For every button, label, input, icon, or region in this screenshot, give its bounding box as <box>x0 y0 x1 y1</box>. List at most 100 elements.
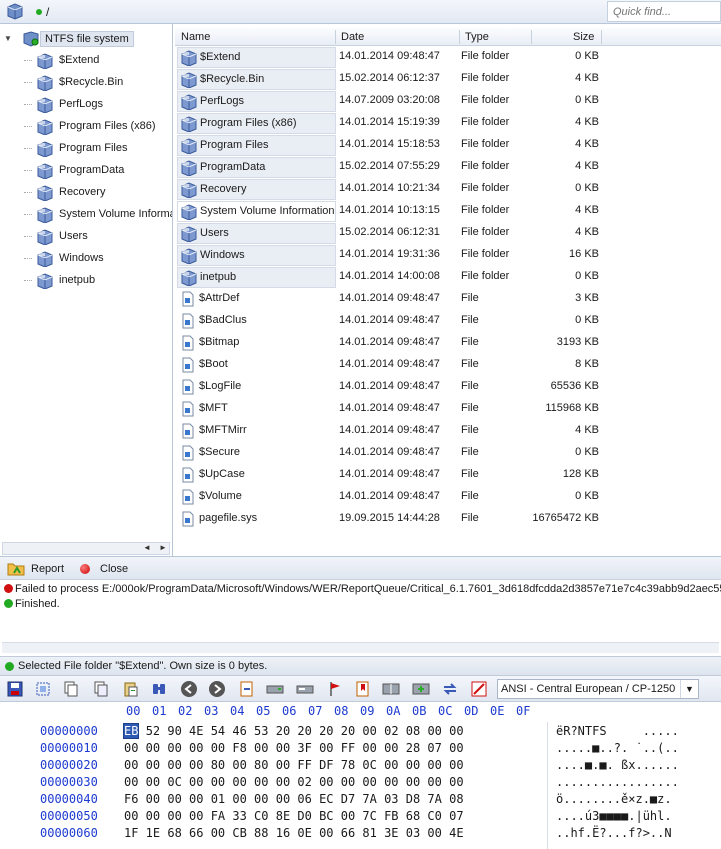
name-cell[interactable]: $Boot <box>177 355 336 376</box>
tree-item[interactable]: Program Files (x86) <box>0 116 172 138</box>
disk-sector-icon[interactable] <box>296 680 314 698</box>
hex-ascii-row[interactable]: ................. <box>556 775 679 789</box>
table-row[interactable]: pagefile.sys 19.09.2015 14:44:28 File 16765… <box>175 508 721 530</box>
hex-bytes-row[interactable]: 00 00 00 00 FA 33 C0 8E D0 BC 00 7C FB 6… <box>124 809 464 823</box>
table-row[interactable]: System Volume Information 14.01.2014 10:1… <box>175 200 721 222</box>
hex-ascii-row[interactable]: ..hf.Ë?...f?>..N <box>556 826 672 840</box>
name-cell[interactable]: Program Files (x86) <box>177 113 336 134</box>
tree-item[interactable]: Windows <box>0 248 172 270</box>
bookmark-page-icon[interactable] <box>354 680 372 698</box>
select-block-icon[interactable] <box>34 680 52 698</box>
hex-bytes-row[interactable]: 00 00 00 00 80 00 80 00 FF DF 78 0C 00 0… <box>124 758 464 772</box>
report-button[interactable]: Report <box>31 563 64 575</box>
copy-hex-icon[interactable] <box>92 680 110 698</box>
tree-item[interactable]: System Volume Informa <box>0 204 172 226</box>
goto-offset-icon[interactable] <box>238 680 256 698</box>
table-row[interactable]: $MFT 14.01.2014 09:48:47 File 115968 KB <box>175 398 721 420</box>
name-cell[interactable]: pagefile.sys <box>177 509 336 530</box>
name-cell[interactable]: Program Files <box>177 135 336 156</box>
save-icon[interactable] <box>6 680 24 698</box>
name-cell[interactable]: Windows <box>177 245 336 266</box>
hex-bytes-row[interactable]: EB 52 90 4E 54 46 53 20 20 20 20 00 02 0… <box>122 723 464 739</box>
hex-bytes-row[interactable]: F6 00 00 00 01 00 00 00 06 EC D7 7A 03 D… <box>124 792 464 806</box>
table-row[interactable]: $Secure 14.01.2014 09:48:47 File 0 KB <box>175 442 721 464</box>
hex-bytes-row[interactable]: 00 00 0C 00 00 00 00 00 02 00 00 00 00 0… <box>124 775 464 789</box>
table-row[interactable]: $MFTMirr 14.01.2014 09:48:47 File 4 KB <box>175 420 721 442</box>
name-cell[interactable]: $MFTMirr <box>177 421 336 442</box>
name-cell[interactable]: $BadClus <box>177 311 336 332</box>
encoding-select[interactable]: ANSI - Central European / CP-1250 ▼ <box>497 679 699 699</box>
table-row[interactable]: PerfLogs 14.07.2009 03:20:08 File folder 0 … <box>175 90 721 112</box>
name-cell[interactable]: $MFT <box>177 399 336 420</box>
table-row[interactable]: Program Files 14.01.2014 15:18:53 File fol… <box>175 134 721 156</box>
table-row[interactable]: $Extend 14.01.2014 09:48:47 File folder 0 K… <box>175 46 721 68</box>
split-view-icon[interactable] <box>382 680 400 698</box>
name-cell[interactable]: $Recycle.Bin <box>177 69 336 90</box>
tree-item[interactable]: Program Files <box>0 138 172 160</box>
log-horizontal-scrollbar[interactable] <box>2 642 719 653</box>
table-row[interactable]: $AttrDef 14.01.2014 09:48:47 File 3 KB <box>175 288 721 310</box>
name-cell[interactable]: $UpCase <box>177 465 336 486</box>
scroll-right-icon[interactable]: ► <box>159 543 167 552</box>
tree-item[interactable]: $Extend <box>0 50 172 72</box>
table-row[interactable]: $UpCase 14.01.2014 09:48:47 File 128 KB <box>175 464 721 486</box>
table-row[interactable]: $LogFile 14.01.2014 09:48:47 File 65536 KB <box>175 376 721 398</box>
name-cell[interactable]: $AttrDef <box>177 289 336 310</box>
report-icon[interactable] <box>7 561 25 576</box>
quick-find-input[interactable] <box>607 1 721 22</box>
back-icon[interactable] <box>180 680 198 698</box>
table-row[interactable]: Windows 14.01.2014 19:31:36 File folder 16 … <box>175 244 721 266</box>
name-cell[interactable]: Recovery <box>177 179 336 200</box>
table-row[interactable]: Program Files (x86) 14.01.2014 15:19:39 Fi… <box>175 112 721 134</box>
tree-item[interactable]: $Recycle.Bin <box>0 72 172 94</box>
tree-item[interactable]: Users <box>0 226 172 248</box>
hex-ascii-row[interactable]: ....ú3■■■■.|ühl. <box>556 809 672 823</box>
tree-horizontal-scrollbar[interactable]: ◄ ► <box>2 542 170 555</box>
hex-ascii-row[interactable]: ëR?NTFS ..... <box>556 724 679 738</box>
name-cell[interactable]: $Secure <box>177 443 336 464</box>
selected-byte[interactable]: EB <box>122 723 140 739</box>
table-row[interactable]: $Boot 14.01.2014 09:48:47 File 8 KB <box>175 354 721 376</box>
collapse-icon[interactable]: ▼ <box>4 34 12 43</box>
name-cell[interactable]: $Volume <box>177 487 336 508</box>
name-cell[interactable]: PerfLogs <box>177 91 336 112</box>
forward-icon[interactable] <box>208 680 226 698</box>
hex-bytes-row[interactable]: 00 00 00 00 00 F8 00 00 3F 00 FF 00 00 2… <box>124 741 464 755</box>
disk-icon[interactable] <box>266 680 284 698</box>
hex-ascii-row[interactable]: .....■..?. ˙..(.. <box>556 741 679 755</box>
name-cell[interactable]: inetpub <box>177 267 336 288</box>
table-row[interactable]: inetpub 14.01.2014 14:00:08 File folder 0 K… <box>175 266 721 288</box>
table-row[interactable]: $BadClus 14.01.2014 09:48:47 File 0 KB <box>175 310 721 332</box>
copy-icon[interactable] <box>62 680 80 698</box>
table-row[interactable]: Users 15.02.2014 06:12:31 File folder 4 KB <box>175 222 721 244</box>
table-row[interactable]: Recovery 14.01.2014 10:21:34 File folder 0 … <box>175 178 721 200</box>
close-icon[interactable] <box>80 564 90 574</box>
name-cell[interactable]: $Bitmap <box>177 333 336 354</box>
close-button[interactable]: Close <box>100 563 128 575</box>
table-row[interactable]: $Bitmap 14.01.2014 09:48:47 File 3193 KB <box>175 332 721 354</box>
edit-mode-icon[interactable] <box>470 680 488 698</box>
paste-icon[interactable] <box>122 680 140 698</box>
bookmark-flag-icon[interactable] <box>326 680 344 698</box>
chevron-down-icon[interactable]: ▼ <box>680 680 698 698</box>
hex-bytes-row[interactable]: 1F 1E 68 66 00 CB 88 16 0E 00 66 81 3E 0… <box>124 826 464 840</box>
folder-tree[interactable]: ▼ NTFS file system $Extend $Recycle.Bin Pe… <box>0 24 173 556</box>
table-row[interactable]: $Volume 14.01.2014 09:48:47 File 0 KB <box>175 486 721 508</box>
table-row[interactable]: ProgramData 15.02.2014 07:55:29 File folde… <box>175 156 721 178</box>
tree-item[interactable]: PerfLogs <box>0 94 172 116</box>
table-row[interactable]: $Recycle.Bin 15.02.2014 06:12:37 File fold… <box>175 68 721 90</box>
name-cell[interactable]: Users <box>177 223 336 244</box>
tree-item-root[interactable]: ▼ NTFS file system <box>0 28 172 50</box>
address-path[interactable]: / <box>46 5 49 19</box>
name-cell[interactable]: ProgramData <box>177 157 336 178</box>
hex-view[interactable]: 00 01 02 03 04 05 06 07 08 09 0A 0B 0C 0D 0E 0F 0000000… <box>0 702 721 849</box>
add-view-icon[interactable] <box>412 680 430 698</box>
tree-item[interactable]: Recovery <box>0 182 172 204</box>
hex-ascii-row[interactable]: ö........ě×z.■z. <box>556 792 672 806</box>
scroll-left-icon[interactable]: ◄ <box>143 543 151 552</box>
name-cell[interactable]: $LogFile <box>177 377 336 398</box>
hex-ascii-row[interactable]: ....■.■. ßx...... <box>556 758 679 772</box>
drive-icon[interactable] <box>6 3 24 20</box>
find-icon[interactable] <box>150 680 168 698</box>
name-cell[interactable]: System Volume Information <box>177 201 336 222</box>
